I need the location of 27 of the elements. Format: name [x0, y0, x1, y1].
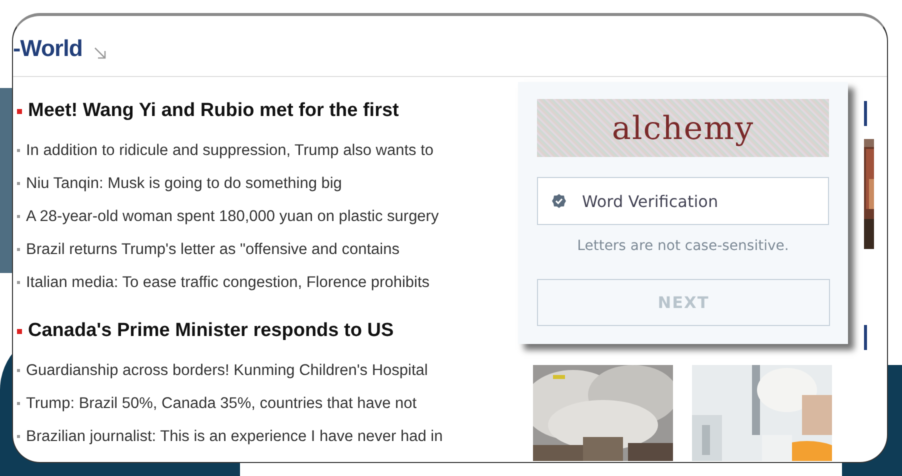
- bullet-icon: [17, 215, 20, 218]
- bullet-icon: [17, 248, 20, 251]
- bullet-icon: [17, 435, 20, 438]
- news-link[interactable]: A 28-year-old woman spent 180,000 yuan on plastic surgery: [26, 208, 439, 226]
- bullet-icon: [17, 108, 22, 114]
- bullet-icon: [17, 281, 20, 284]
- bullet-icon: [17, 149, 20, 152]
- news-link[interactable]: Brazil returns Trump's letter as "offensive and contains: [26, 240, 400, 258]
- news-link[interactable]: Guardianship across borders! Kunming Children's Hospital: [26, 362, 428, 380]
- hint-text: Letters are not case-sensitive.: [576, 238, 790, 254]
- news-link[interactable]: Niu Tanqin: Musk is going to do something big: [26, 174, 342, 192]
- section-marker: [864, 325, 867, 350]
- bullet-icon: [17, 328, 22, 334]
- news-link[interactable]: Italian media: To ease traffic congestion, Florence prohibits: [26, 274, 430, 292]
- arrow-icon[interactable]: [94, 47, 106, 59]
- bullet-icon: [17, 182, 20, 185]
- news-link[interactable]: Brazilian journalist: This is an experience I have never had in: [26, 428, 443, 446]
- input-field[interactable]: Word Verification: [537, 177, 829, 225]
- headline-link[interactable]: Canada's Prime Minister responds to US: [28, 320, 394, 342]
- section-title[interactable]: -World: [13, 34, 82, 62]
- bullet-icon: [17, 402, 20, 405]
- captcha-word: alchemy: [612, 109, 754, 147]
- news-link[interactable]: Trump: Brazil 50%, Canada 35%, countries that have not: [26, 394, 417, 412]
- section-marker: [864, 101, 867, 126]
- news-link[interactable]: In addition to ridicule and suppression, Trump also wants to: [26, 142, 434, 160]
- headline-link[interactable]: Meet! Wang Yi and Rubio met for the first: [28, 100, 399, 122]
- bullet-icon: [17, 369, 20, 372]
